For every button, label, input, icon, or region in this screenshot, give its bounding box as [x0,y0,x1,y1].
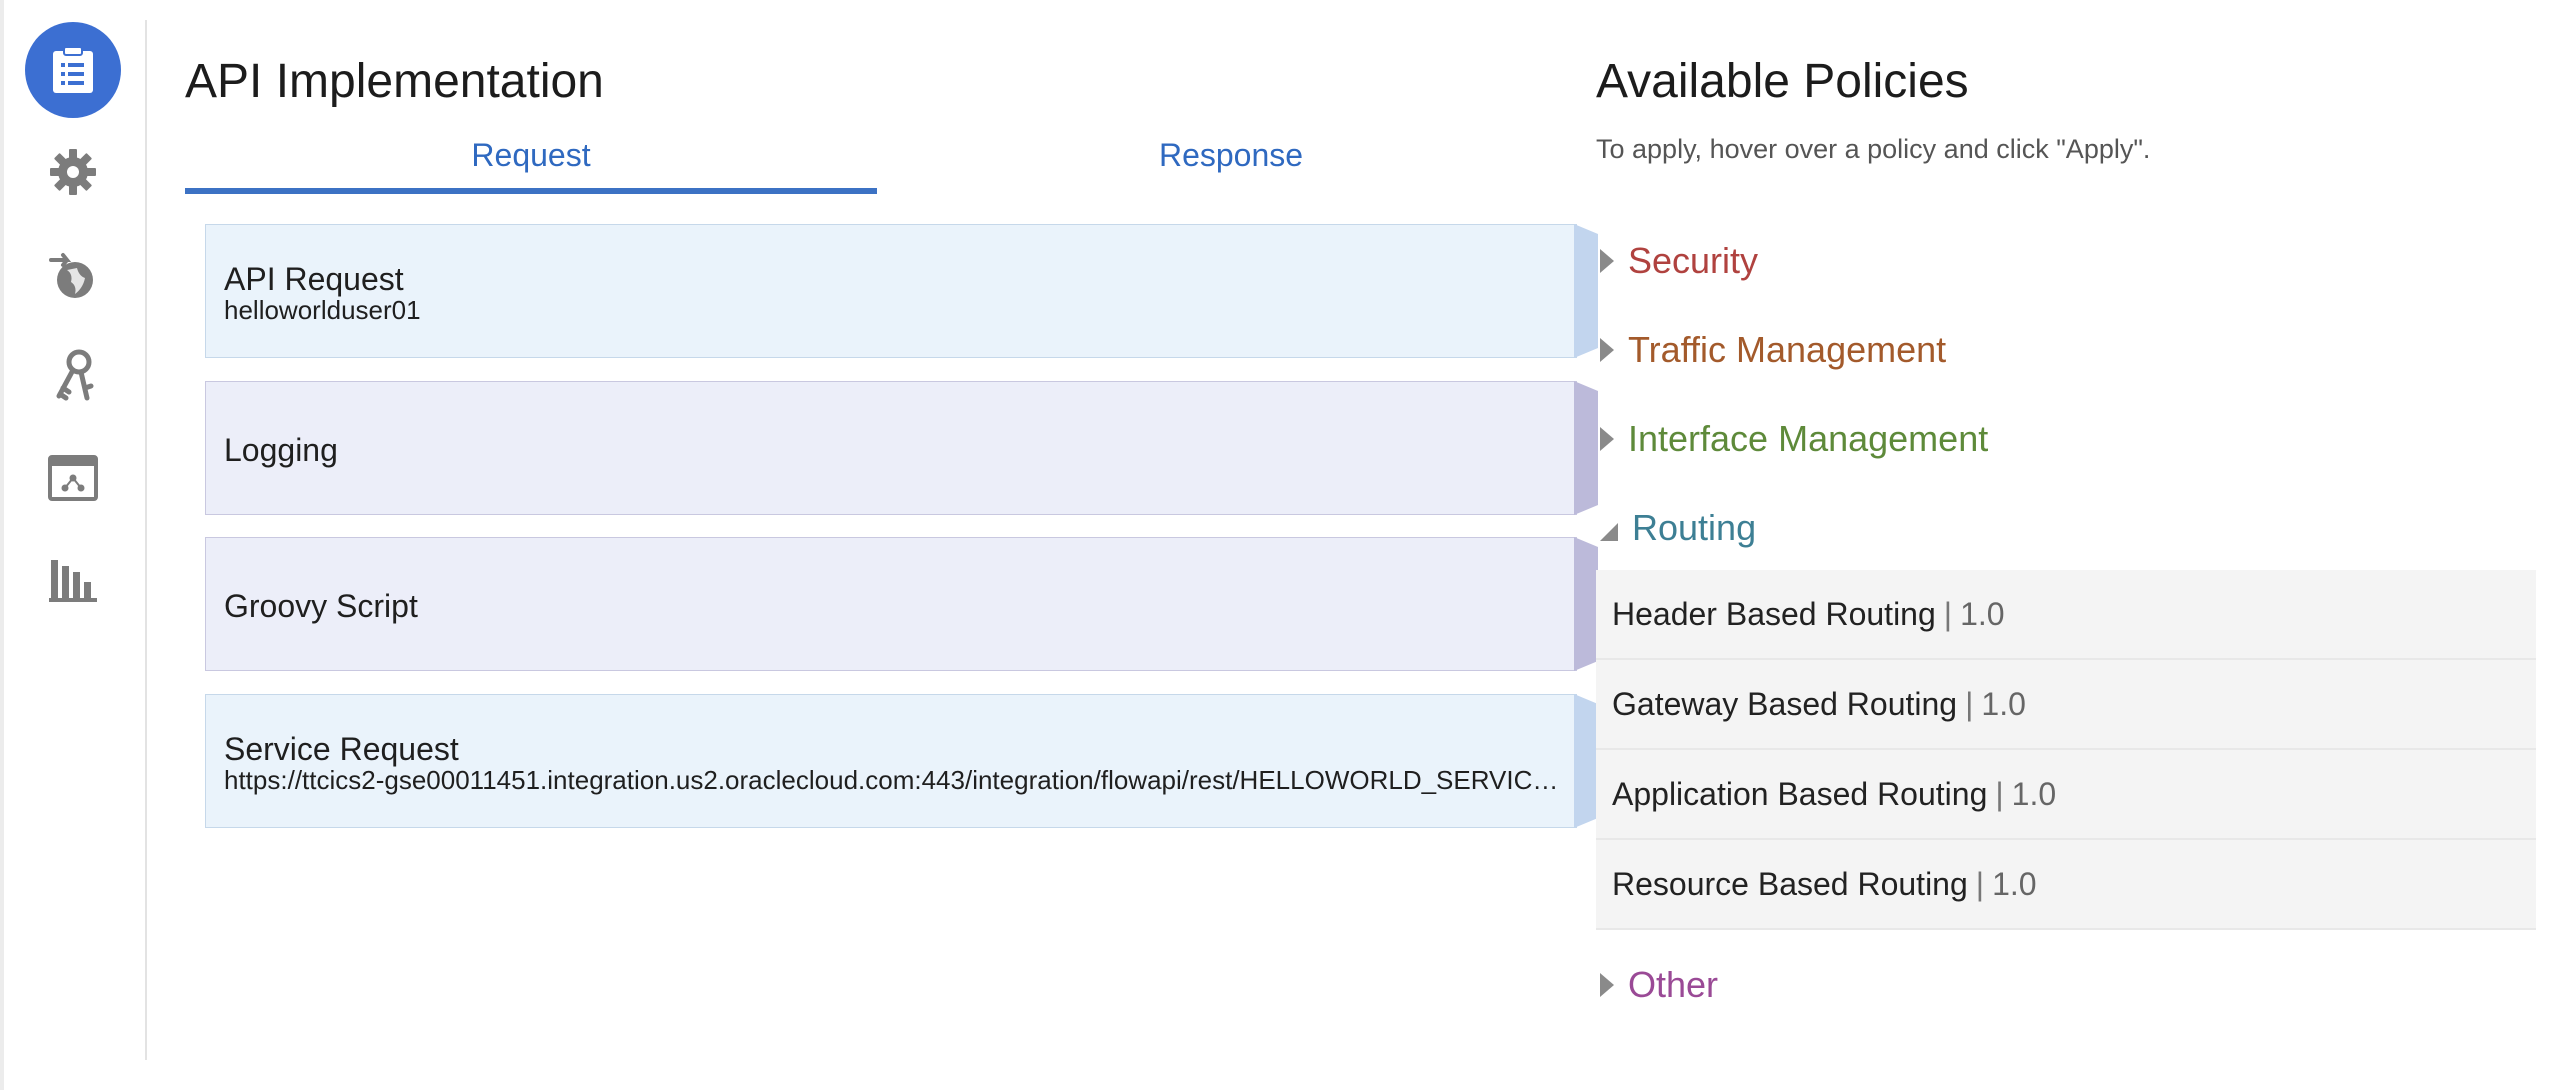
analytics-bar-chart-icon [49,560,97,602]
policy-separator: | [1965,685,1974,722]
flow-arrow [1574,224,1598,358]
nav-deployments-button[interactable] [25,228,121,324]
flow-arrow [1574,694,1598,828]
app-root: API Implementation Request Response API … [0,0,2572,1090]
api-request-card[interactable]: API Request helloworlduser01 [205,224,1598,358]
policy-header-based-routing[interactable]: Header Based Routing | 1.0 [1596,570,2536,660]
policy-version: 1.0 [1981,685,2026,722]
policy-application-based-routing[interactable]: Application Based Routing | 1.0 [1596,750,2536,840]
collapse-triangle-icon [1600,523,1618,541]
category-label: Routing [1632,507,1757,548]
tab-response-label: Response [1158,137,1304,173]
deployments-globe-icon [49,253,93,298]
routing-policy-list: Header Based Routing | 1.0 Gateway Based… [1596,570,2536,930]
policy-name: Gateway Based Routing [1612,685,1958,722]
expand-triangle-icon [1600,249,1614,273]
category-routing[interactable]: Routing [1600,503,1756,553]
policy-resource-based-routing[interactable]: Resource Based Routing | 1.0 [1596,840,2536,930]
policy-gateway-based-routing[interactable]: Gateway Based Routing | 1.0 [1596,660,2536,750]
nav-registrations-button[interactable] [25,430,121,526]
policy-version: 1.0 [2011,775,2057,812]
category-traffic-management[interactable]: Traffic Management [1600,325,1946,375]
nav-analytics-button[interactable] [25,532,121,628]
category-label: Interface Management [1628,418,1989,459]
category-label: Traffic Management [1628,329,1947,370]
card-title: Service Request [224,731,459,767]
logging-policy-card[interactable]: Logging [205,381,1598,515]
grants-keys-icon [56,349,94,401]
category-other[interactable]: Other [1600,960,1718,1010]
tab-request-label: Request [471,137,591,173]
category-security[interactable]: Security [1600,236,1758,286]
card-subtitle: https://ttcics2-gse00011451.integration.… [224,765,1559,795]
card-title: Logging [224,432,338,468]
policy-name: Header Based Routing [1612,595,1936,632]
settings-gear-icon [50,149,96,195]
expand-triangle-icon [1600,338,1614,362]
category-label: Other [1628,964,1719,1005]
card-title: API Request [224,261,404,297]
tab-response[interactable]: Response [877,130,1585,194]
rail-divider [145,20,147,1060]
available-policies-title: Available Policies [1596,55,1969,108]
window-edge [0,0,4,1090]
expand-triangle-icon [1600,427,1614,451]
nav-api-definition-button[interactable] [25,22,121,118]
flow-arrow [1574,381,1598,515]
registration-icon [48,455,98,501]
card-title: Groovy Script [224,588,418,624]
available-policies-hint: To apply, hover over a policy and click … [1596,134,2151,164]
policy-separator: | [1943,595,1953,632]
request-response-tabs: Request Response [185,130,1585,194]
api-definition-icon [53,46,93,93]
expand-triangle-icon [1600,973,1614,997]
policy-name: Application Based Routing [1612,775,1988,812]
policy-name: Resource Based Routing [1612,865,1968,902]
groovy-script-policy-card[interactable]: Groovy Script [205,537,1598,671]
tab-selected-indicator [185,188,877,194]
policy-separator: | [1995,775,2004,812]
category-interface-management[interactable]: Interface Management [1600,414,1988,464]
page-title: API Implementation [185,55,604,108]
card-subtitle: helloworlduser01 [224,295,421,325]
policy-separator: | [1975,865,1985,902]
category-label: Security [1628,240,1759,281]
policy-version: 1.0 [1992,865,2037,902]
nav-grants-button[interactable] [25,328,121,424]
policy-version: 1.0 [1960,595,2005,632]
tab-request[interactable]: Request [185,130,877,194]
nav-settings-button[interactable] [25,124,121,220]
service-request-card[interactable]: Service Request https://ttcics2-gse00011… [205,694,1598,828]
flow-arrow [1574,537,1598,671]
